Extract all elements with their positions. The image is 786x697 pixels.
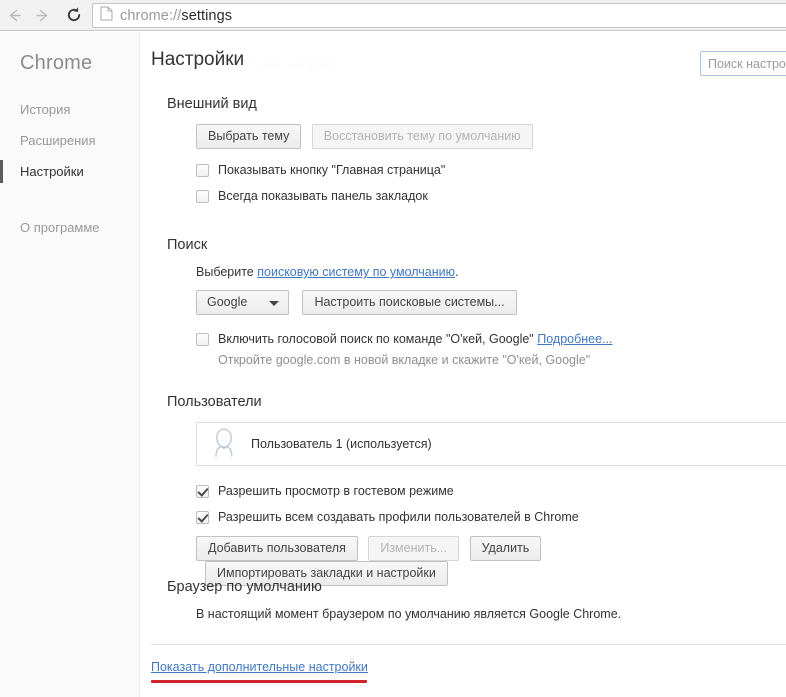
users-section: Пользователи Пользователь 1 (используетс…: [167, 394, 786, 586]
sidebar-nav: История Расширения Настройки О программе: [0, 94, 140, 243]
search-engine-value: Google: [207, 295, 248, 309]
sidebar-item-extensions[interactable]: Расширения: [0, 125, 140, 156]
sidebar-item-history[interactable]: История: [0, 94, 140, 125]
voice-search-checkbox[interactable]: [196, 333, 209, 346]
content-divider: [151, 644, 786, 645]
show-bookmarks-bar-checkbox[interactable]: [196, 190, 209, 203]
voice-search-learn-more-link[interactable]: Подробнее...: [537, 332, 612, 346]
anyone-add-profile-checkbox[interactable]: [196, 511, 209, 524]
default-engine-description: Выберите поисковую систему по умолчанию.: [196, 265, 612, 279]
sidebar-brand: Chrome: [20, 52, 93, 74]
page-document-icon: [100, 6, 113, 26]
show-advanced-settings-link[interactable]: Показать дополнительные настройки: [151, 660, 368, 674]
person-silhouette-icon: [211, 427, 237, 462]
sidebar-item-about[interactable]: О программе: [0, 212, 140, 243]
default-browser-status: В настоящий момент браузером по умолчани…: [196, 607, 622, 621]
sidebar-item-label: Настройки: [20, 164, 84, 179]
page-title: Настройки: [151, 49, 245, 70]
url-path: settings: [181, 7, 233, 24]
edit-user-button[interactable]: Изменить...: [368, 536, 460, 561]
browser-toolbar: chrome://settings: [0, 0, 786, 31]
current-user-name: Пользователь 1 (используется): [251, 437, 432, 451]
settings-page: Chrome История Расширения Настройки О пр…: [0, 32, 786, 697]
users-title: Пользователи: [167, 394, 262, 410]
voice-search-row[interactable]: Включить голосовой поиск по команде "О'к…: [196, 332, 612, 347]
appearance-body: Выбрать тему Восстановить тему по умолча…: [196, 124, 533, 204]
forward-arrow-icon: [34, 7, 51, 24]
show-bookmarks-bar-row[interactable]: Всегда показывать панель закладок: [196, 189, 533, 204]
url-scheme: chrome://: [120, 7, 182, 24]
search-engine-select[interactable]: Google: [196, 290, 289, 315]
reset-theme-button[interactable]: Восстановить тему по умолчанию: [311, 124, 533, 149]
chevron-down-icon: [269, 301, 279, 306]
watermark-text: Поиск настроек: [248, 57, 335, 71]
user-card[interactable]: Пользователь 1 (используется): [196, 422, 786, 466]
appearance-section: Внешний вид Выбрать тему Восстановить те…: [167, 96, 533, 215]
appearance-title: Внешний вид: [167, 96, 257, 112]
manage-search-engines-button[interactable]: Настроить поисковые системы...: [302, 290, 517, 315]
show-home-button-label: Показывать кнопку "Главная страница": [218, 163, 446, 177]
default-engine-suffix: .: [455, 265, 459, 279]
show-bookmarks-bar-label: Всегда показывать панель закладок: [218, 189, 428, 203]
reload-button[interactable]: [60, 1, 88, 29]
sidebar: Chrome История Расширения Настройки О пр…: [0, 32, 140, 697]
default-browser-title: Браузер по умолчанию: [167, 579, 322, 595]
guest-browsing-checkbox[interactable]: [196, 485, 209, 498]
voice-search-label: Включить голосовой поиск по команде "О'к…: [218, 332, 612, 347]
voice-search-note: Откройте google.com в новой вкладке и ск…: [218, 353, 591, 367]
url-text: chrome://settings: [120, 8, 232, 24]
engine-controls-row: Google Настроить поисковые системы...: [196, 290, 612, 315]
reload-icon: [65, 6, 83, 24]
search-settings-input[interactable]: Поиск настро: [700, 51, 786, 76]
search-section: Поиск Выберите поисковую систему по умол…: [167, 237, 612, 367]
anyone-add-profile-row[interactable]: Разрешить всем создавать профили пользов…: [196, 510, 786, 525]
anyone-add-profile-label: Разрешить всем создавать профили пользов…: [218, 510, 579, 524]
sidebar-item-label: Расширения: [20, 133, 96, 148]
search-section-body: Выберите поисковую систему по умолчанию.…: [196, 265, 612, 367]
default-engine-link[interactable]: поисковую систему по умолчанию: [257, 265, 455, 279]
default-engine-prefix: Выберите: [196, 265, 258, 279]
search-section-title: Поиск: [167, 237, 208, 253]
settings-content: Настройки Поиск настроек Поиск настро Вн…: [140, 32, 786, 697]
theme-button-row: Выбрать тему Восстановить тему по умолча…: [196, 124, 533, 149]
add-user-button[interactable]: Добавить пользователя: [196, 536, 358, 561]
search-placeholder: Поиск настро: [708, 56, 786, 71]
delete-user-button[interactable]: Удалить: [469, 536, 542, 561]
address-bar[interactable]: chrome://settings: [92, 3, 786, 28]
back-arrow-icon: [6, 7, 23, 24]
choose-theme-button[interactable]: Выбрать тему: [196, 124, 302, 149]
sidebar-item-label: О программе: [20, 220, 100, 235]
sidebar-item-label: История: [20, 102, 71, 117]
red-annotation-underline: [151, 680, 367, 683]
show-home-button-row[interactable]: Показывать кнопку "Главная страница": [196, 163, 533, 178]
default-browser-section: Браузер по умолчанию В настоящий момент …: [167, 579, 621, 621]
show-home-button-checkbox[interactable]: [196, 164, 209, 177]
voice-search-text: Включить голосовой поиск по команде "О'к…: [218, 332, 534, 346]
forward-button[interactable]: [28, 1, 56, 29]
sidebar-item-settings[interactable]: Настройки: [0, 156, 140, 187]
show-advanced-settings-container: Показать дополнительные настройки: [151, 660, 368, 674]
guest-browsing-label: Разрешить просмотр в гостевом режиме: [218, 484, 454, 498]
users-body: Пользователь 1 (используется) Разрешить …: [196, 422, 786, 586]
guest-browsing-row[interactable]: Разрешить просмотр в гостевом режиме: [196, 484, 786, 499]
back-button[interactable]: [0, 1, 28, 29]
